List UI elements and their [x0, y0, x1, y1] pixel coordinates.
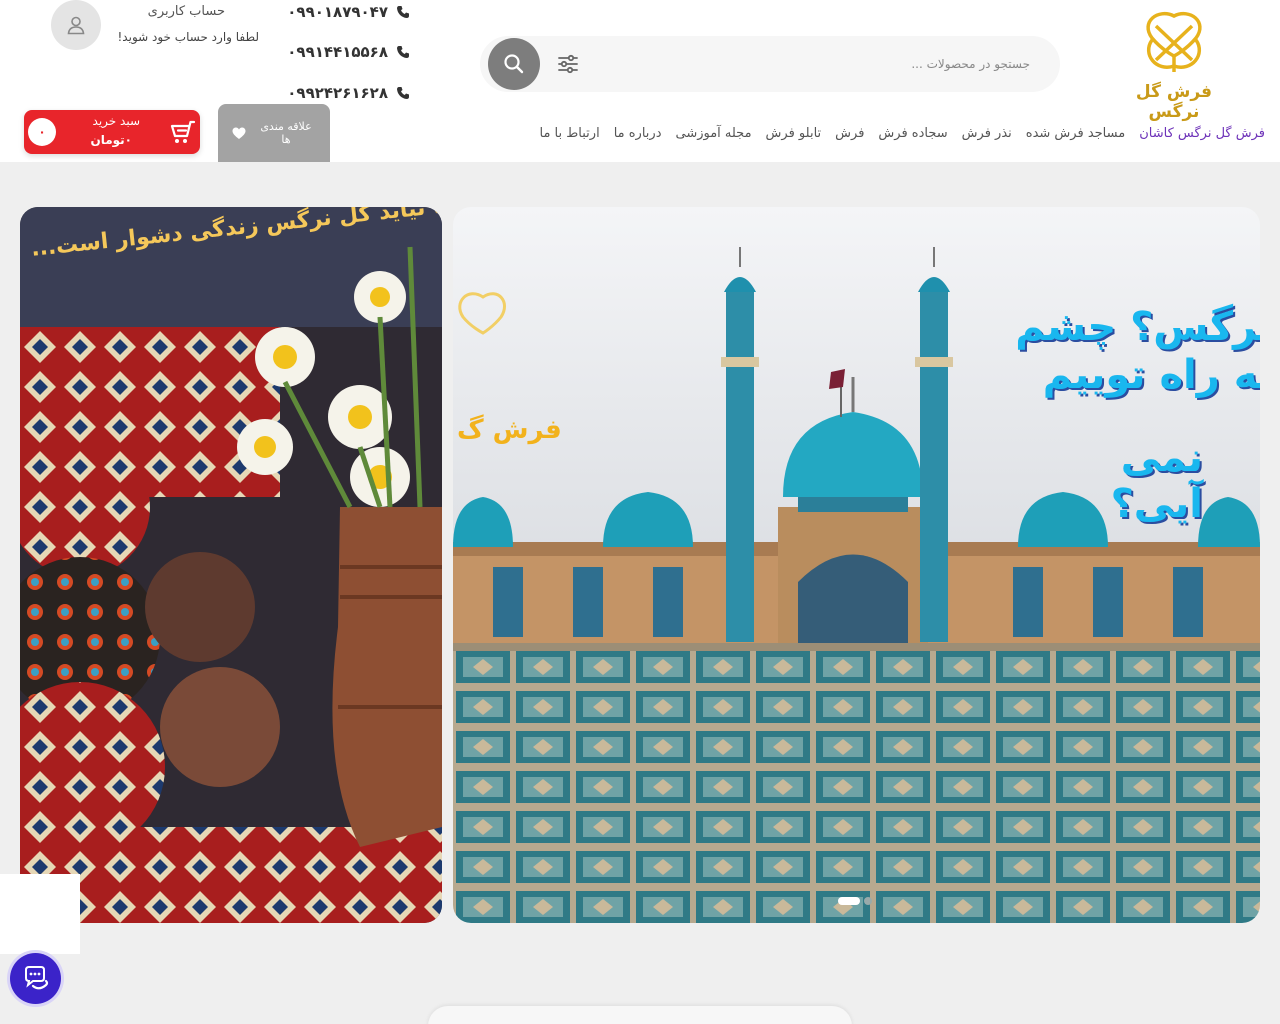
- knot-logo-icon: [1146, 12, 1202, 72]
- search-button[interactable]: [488, 38, 540, 90]
- slider-dots: [838, 897, 872, 905]
- filter-icon[interactable]: [554, 50, 582, 78]
- logo-text: فرش گل نرگس: [1135, 82, 1213, 122]
- nav-item-magazine[interactable]: مجله آموزشی: [668, 126, 758, 141]
- wishlist-button[interactable]: علاقه مندی ها: [218, 104, 330, 162]
- user-account: حساب کاربری لطفا وارد حساب خود شوید!: [40, 0, 265, 60]
- main-nav: فرش گل نرگس کاشان مساجد فرش شده نذر فرش …: [508, 118, 1272, 148]
- avatar[interactable]: [51, 0, 101, 50]
- cart-total: ۰تومان: [90, 133, 132, 147]
- slider-dot-active[interactable]: [838, 897, 860, 905]
- login-prompt[interactable]: لطفا وارد حساب خود شوید!: [118, 30, 260, 44]
- phone-icon: [397, 87, 409, 99]
- phone-number: ۰۹۹۱۴۴۱۵۵۶۸: [287, 43, 388, 61]
- search-input[interactable]: [580, 36, 1040, 92]
- phone-icon: [397, 46, 409, 58]
- user-icon: [67, 16, 85, 35]
- nav-item-contact[interactable]: ارتباط با ما: [533, 126, 607, 141]
- banner-caption-2: نمی آیی؟: [1110, 435, 1203, 527]
- main-banner-slide[interactable]: نرگس؟ چشم به راه توییم نمی آیی؟ فرش گ: [453, 207, 1260, 923]
- nav-item-donation[interactable]: نذر فرش: [955, 126, 1019, 141]
- cart-button[interactable]: سبد خرید ۰تومان ۰: [24, 110, 200, 154]
- floating-panel: [0, 874, 80, 954]
- phone-item[interactable]: ۰۹۹۲۴۲۶۱۶۲۸: [280, 82, 410, 104]
- phone-icon: [397, 6, 409, 18]
- banner-logo-text: فرش گ: [457, 415, 562, 445]
- nav-item-about[interactable]: درباره ما: [607, 126, 669, 141]
- phone-item[interactable]: ۰۹۹۰۱۸۷۹۰۴۷: [280, 1, 410, 23]
- content-card: [428, 1006, 852, 1024]
- cart-icon: [170, 120, 196, 143]
- site-logo[interactable]: فرش گل نرگس: [1112, 10, 1236, 122]
- phone-number: ۰۹۹۰۱۸۷۹۰۴۷: [287, 3, 388, 21]
- side-banner[interactable]: تا نیاید گل نرگس زندگی دشوار است...: [20, 207, 442, 923]
- search-bar: [480, 36, 1060, 92]
- narcissus-rugs-image: [20, 207, 442, 923]
- phone-number: ۰۹۹۲۴۲۶۱۶۲۸: [287, 84, 388, 102]
- site-header: فرش گل نرگس ۰۹۹۰۱۸۷۹۰۴۷ ۰۹۹۱۴۴۱۵۵۶۸: [0, 0, 1280, 162]
- nav-item-mosques[interactable]: مساجد فرش شده: [1019, 126, 1132, 141]
- chat-icon: [24, 965, 48, 989]
- banner-caption-1: نرگس؟ چشم به راه توییم: [1015, 304, 1260, 398]
- wishlist-label: علاقه مندی ها: [260, 119, 312, 146]
- account-title[interactable]: حساب کاربری: [148, 4, 225, 19]
- phone-item[interactable]: ۰۹۹۱۴۴۱۵۵۶۸: [280, 41, 410, 63]
- chat-widget-button[interactable]: [10, 953, 61, 1004]
- cart-count-badge: ۰: [28, 118, 56, 146]
- slider-dot[interactable]: [864, 897, 872, 905]
- nav-item-prayer-rugs[interactable]: سجاده فرش: [871, 126, 954, 141]
- nav-item-home[interactable]: فرش گل نرگس کاشان: [1132, 126, 1272, 141]
- search-icon: [504, 54, 524, 74]
- heart-icon: [232, 127, 246, 139]
- nav-item-carpet[interactable]: فرش: [828, 126, 871, 141]
- nav-item-carpet-tableau[interactable]: تابلو فرش: [759, 126, 829, 141]
- cart-title: سبد خرید: [92, 114, 140, 128]
